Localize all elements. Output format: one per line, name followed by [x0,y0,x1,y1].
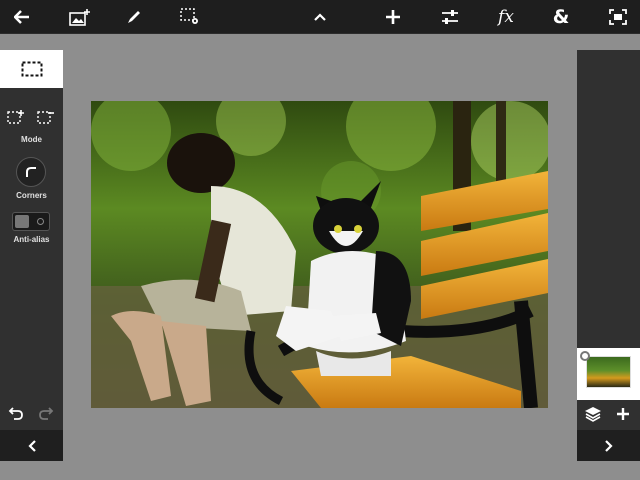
corners-label: Corners [16,191,47,200]
rect-marquee-tab[interactable] [0,50,63,88]
layer-tools [577,402,640,426]
tool-options-panel: Mode Corners Anti-alias [0,50,63,461]
fx-label: fx [498,6,514,27]
antialias-toggle[interactable] [12,212,50,231]
chevron-left-icon [27,439,36,452]
redo-button[interactable] [36,404,56,422]
add-selection-icon [7,110,24,124]
mode-label: Mode [21,135,42,144]
layers-panel [577,50,640,461]
add-selection-mode-button[interactable] [6,107,26,127]
layers-button[interactable] [582,404,604,424]
selection-settings-icon [180,7,198,24]
back-button[interactable] [2,0,42,33]
toggle-off-indicator [37,218,44,225]
layer-preview-image [586,356,631,388]
brush-button[interactable] [114,0,154,33]
chevron-up-icon [314,12,326,21]
add-image-icon [69,8,90,26]
blend-button[interactable]: & [541,0,581,33]
blend-label: & [552,5,570,28]
collapse-left-panel-button[interactable] [0,430,63,461]
layers-stack-icon [585,407,601,422]
top-toolbar: fx & [0,0,640,34]
subtract-selection-icon [37,111,54,124]
fit-screen-icon [609,8,627,25]
image-canvas[interactable] [91,101,548,408]
sliders-icon [442,9,458,24]
collapse-right-panel-button[interactable] [577,430,640,461]
transform-button[interactable] [373,0,413,33]
history-controls [0,402,63,424]
rounded-corner-icon [26,167,36,177]
add-image-button[interactable] [60,0,100,33]
antialias-label: Anti-alias [13,235,50,244]
adjustments-button[interactable] [430,0,470,33]
move-cross-icon [386,9,400,24]
layer-thumbnail[interactable] [577,348,640,400]
add-layer-button[interactable] [612,404,634,424]
selection-settings-button[interactable] [170,0,210,33]
redo-icon [39,407,54,420]
subtract-selection-mode-button[interactable] [36,107,56,127]
layer-settings-icon[interactable] [580,351,590,361]
corners-button[interactable] [16,157,46,187]
undo-button[interactable] [6,404,26,422]
plus-icon [617,408,629,420]
photo-cat-on-bench [91,101,548,408]
fit-screen-button[interactable] [598,0,638,33]
undo-icon [8,407,23,420]
back-arrow-icon [14,9,29,24]
chevron-right-icon [604,439,613,452]
rect-marquee-icon [21,61,42,77]
brush-icon [128,10,140,23]
mode-buttons [0,107,63,127]
toggle-knob [15,215,29,228]
effects-button[interactable]: fx [486,0,526,33]
collapse-button[interactable] [300,0,340,33]
